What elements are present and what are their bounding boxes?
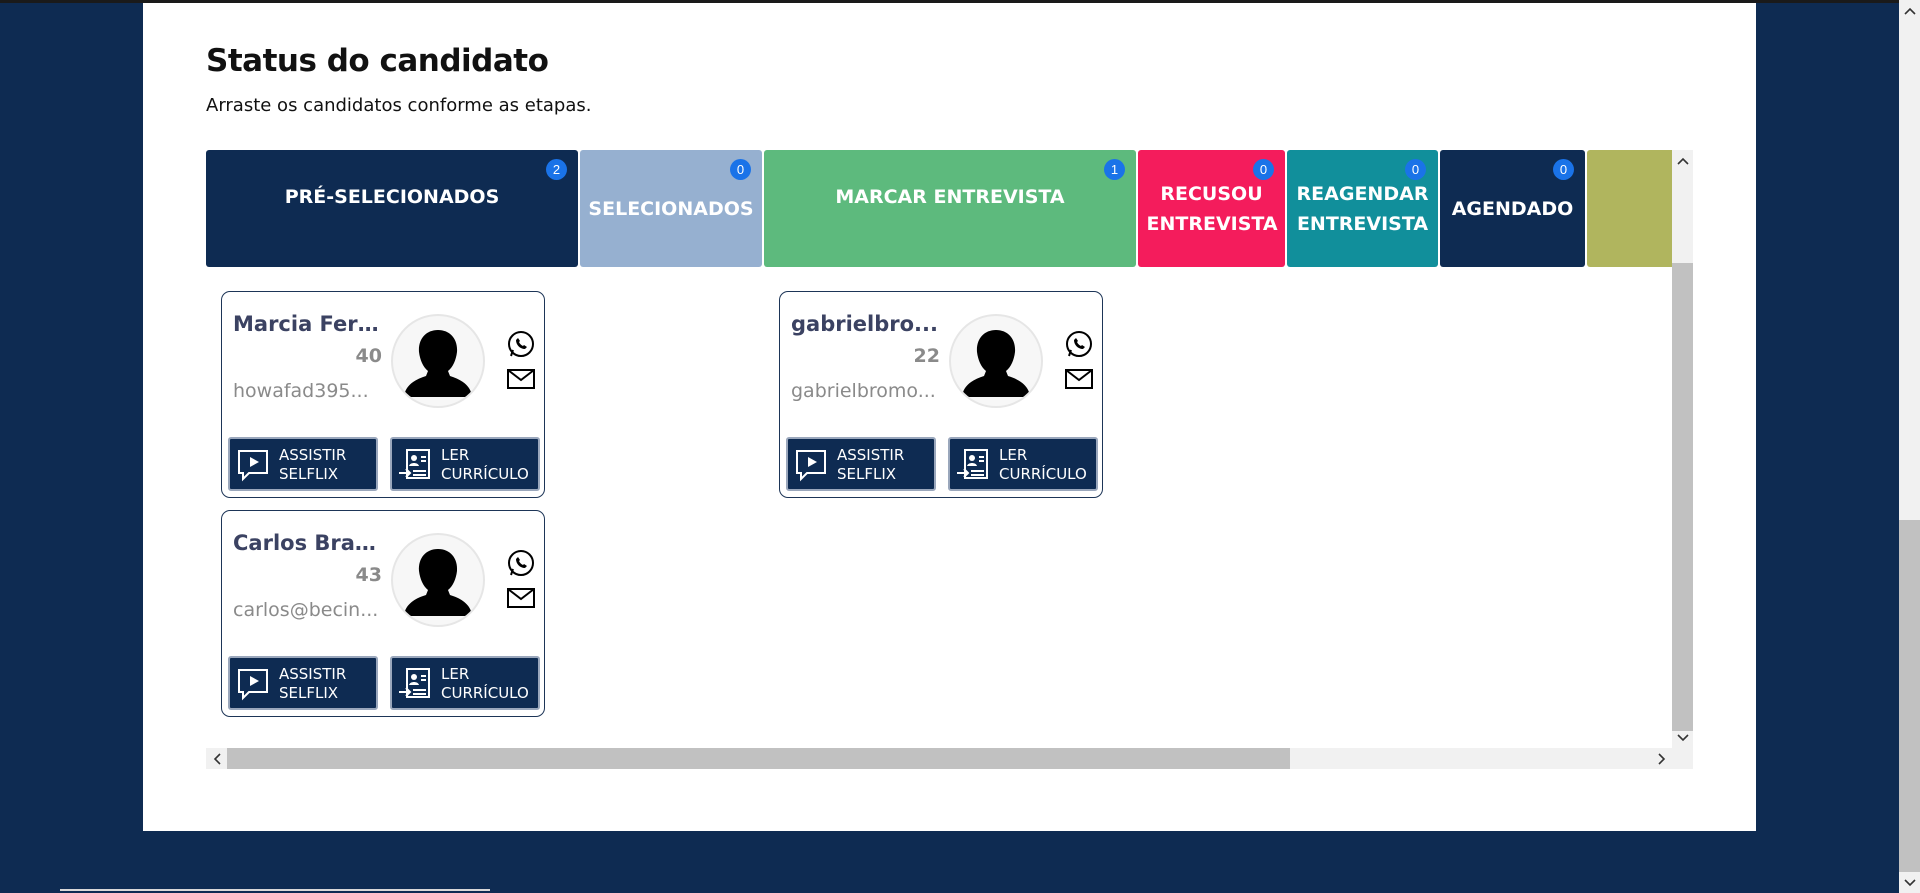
mail-icon[interactable] xyxy=(506,583,536,613)
columns-row: PRÉ-SELECIONADOS 2 SELECIONADOS 0 MARCAR… xyxy=(206,150,1672,267)
read-resume-button[interactable]: LER CURRÍCULO xyxy=(948,437,1098,491)
candidate-card[interactable]: Carlos Bran... 43 carlos@becin... ASSIST… xyxy=(221,510,545,717)
watch-selflix-button[interactable]: ASSISTIR SELFLIX xyxy=(228,656,378,710)
window-scroll-up-arrow[interactable] xyxy=(1899,0,1920,21)
column-label: AGENDADO xyxy=(1451,197,1574,220)
column-header-marcar-entrevista[interactable]: MARCAR ENTREVISTA 1 xyxy=(764,150,1136,267)
column-header-selecionados[interactable]: SELECIONADOS 0 xyxy=(580,150,762,267)
whatsapp-icon[interactable] xyxy=(506,548,536,578)
candidate-age: 43 xyxy=(355,564,382,586)
button-label: ASSISTIR SELFLIX xyxy=(279,446,347,483)
count-badge: 1 xyxy=(1104,159,1125,180)
avatar xyxy=(949,314,1043,408)
column-label: MARCAR ENTREVISTA xyxy=(835,185,1065,208)
kanban-board: PRÉ-SELECIONADOS 2 SELECIONADOS 0 MARCAR… xyxy=(206,150,1693,769)
count-badge: 0 xyxy=(1253,159,1274,180)
scroll-right-arrow[interactable] xyxy=(1651,748,1672,769)
scroll-down-arrow[interactable] xyxy=(1672,727,1693,748)
avatar xyxy=(391,533,485,627)
button-label: ASSISTIR SELFLIX xyxy=(837,446,905,483)
page-title: Status do candidato xyxy=(206,43,549,79)
read-resume-button[interactable]: LER CURRÍCULO xyxy=(390,437,540,491)
window-vertical-scrollbar[interactable] xyxy=(1899,0,1920,893)
user-silhouette-icon xyxy=(963,330,1029,397)
watch-selflix-button[interactable]: ASSISTIR SELFLIX xyxy=(786,437,936,491)
play-video-icon xyxy=(238,669,268,701)
mail-icon[interactable] xyxy=(506,364,536,394)
column-header-next[interactable] xyxy=(1587,150,1672,267)
count-badge: 0 xyxy=(1405,159,1426,180)
column-label: SELECIONADOS xyxy=(588,197,754,220)
count-badge: 0 xyxy=(1553,159,1574,180)
window-scroll-thumb[interactable] xyxy=(1899,520,1920,872)
resume-icon xyxy=(399,668,430,698)
resume-icon xyxy=(399,449,430,479)
candidate-name: gabrielbro... xyxy=(791,312,938,336)
column-header-agendado[interactable]: AGENDADO 0 xyxy=(1440,150,1585,267)
candidate-card[interactable]: Marcia Ferri... 40 howafad395... ASSISTI… xyxy=(221,291,545,498)
page-subtitle: Arraste os candidatos conforme as etapas… xyxy=(206,95,592,116)
column-label: PRÉ-SELECIONADOS xyxy=(284,185,500,208)
content-panel: Status do candidato Arraste os candidato… xyxy=(143,3,1756,831)
count-badge: 2 xyxy=(546,159,567,180)
button-label: LER CURRÍCULO xyxy=(441,446,529,483)
column-header-pre-selecionados[interactable]: PRÉ-SELECIONADOS 2 xyxy=(206,150,578,267)
vertical-scroll-thumb[interactable] xyxy=(1672,263,1693,731)
button-label: ASSISTIR SELFLIX xyxy=(279,665,347,702)
board-viewport: PRÉ-SELECIONADOS 2 SELECIONADOS 0 MARCAR… xyxy=(206,150,1672,748)
avatar xyxy=(391,314,485,408)
user-silhouette-icon xyxy=(405,549,471,616)
horizontal-scroll-thumb[interactable] xyxy=(227,748,1290,769)
bottom-edge-line xyxy=(60,889,490,891)
count-badge: 0 xyxy=(730,159,751,180)
column-header-reagendar-entrevista[interactable]: REAGENDAR ENTREVISTA 0 xyxy=(1287,150,1438,267)
column-header-recusou-entrevista[interactable]: RECUSOU ENTREVISTA 0 xyxy=(1138,150,1285,267)
user-silhouette-icon xyxy=(405,330,471,397)
whatsapp-icon[interactable] xyxy=(506,329,536,359)
column-label: REAGENDAR ENTREVISTA xyxy=(1296,182,1429,235)
board-horizontal-scrollbar[interactable] xyxy=(206,748,1693,769)
whatsapp-icon[interactable] xyxy=(1064,329,1094,359)
candidate-card[interactable]: gabrielbro... 22 gabrielbromo... ASSISTI… xyxy=(779,291,1103,498)
watch-selflix-button[interactable]: ASSISTIR SELFLIX xyxy=(228,437,378,491)
candidate-name: Carlos Bran... xyxy=(233,531,383,555)
candidate-age: 22 xyxy=(913,345,940,367)
button-label: LER CURRÍCULO xyxy=(441,665,529,702)
window-scroll-down-arrow[interactable] xyxy=(1899,872,1920,893)
column-label: RECUSOU ENTREVISTA xyxy=(1146,182,1278,235)
board-vertical-scrollbar[interactable] xyxy=(1672,150,1693,748)
play-video-icon xyxy=(238,450,268,482)
candidate-email: gabrielbromo... xyxy=(791,380,936,402)
read-resume-button[interactable]: LER CURRÍCULO xyxy=(390,656,540,710)
play-video-icon xyxy=(796,450,826,482)
mail-icon[interactable] xyxy=(1064,364,1094,394)
scroll-up-arrow[interactable] xyxy=(1672,150,1693,171)
candidate-age: 40 xyxy=(355,345,382,367)
candidate-email: howafad395... xyxy=(233,380,369,402)
candidate-name: Marcia Ferri... xyxy=(233,312,383,336)
resume-icon xyxy=(957,449,988,479)
scroll-left-arrow[interactable] xyxy=(206,748,227,769)
candidate-email: carlos@becin... xyxy=(233,599,379,621)
button-label: LER CURRÍCULO xyxy=(999,446,1087,483)
